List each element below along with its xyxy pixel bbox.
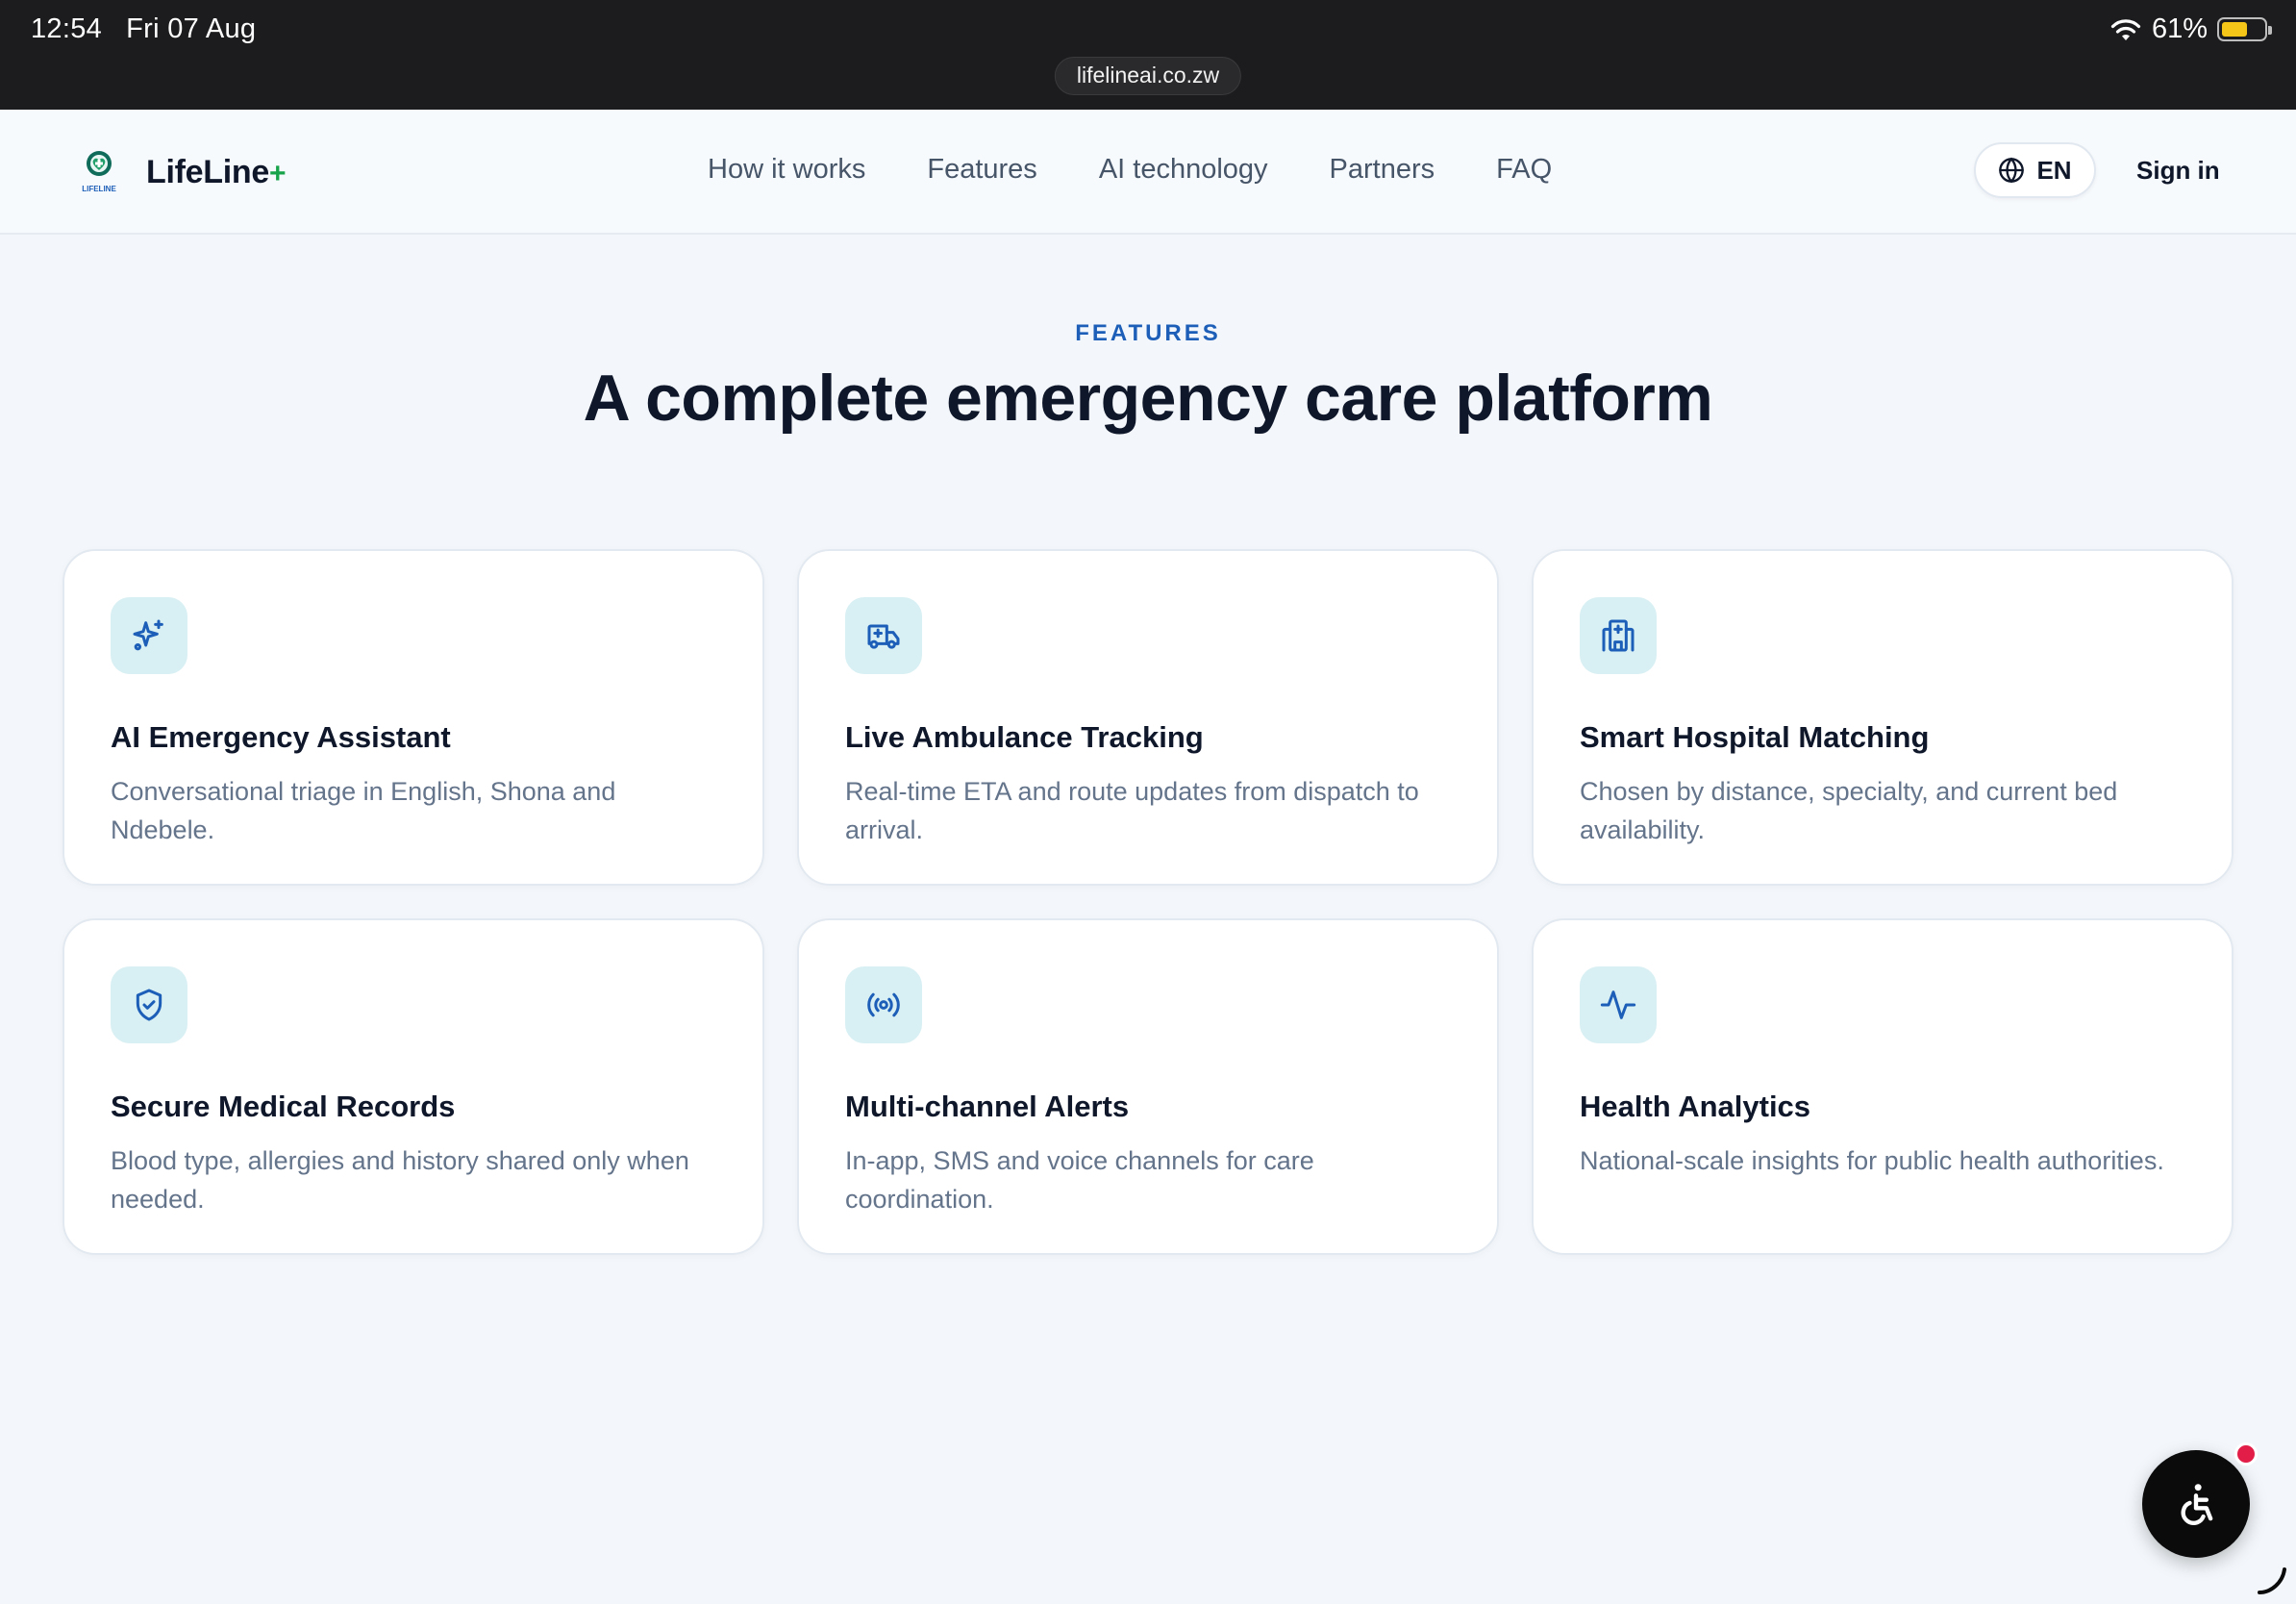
feature-icon-badge	[1580, 966, 1657, 1043]
notification-dot	[2234, 1442, 2258, 1466]
brand-link[interactable]: LIFELINE LifeLine+	[75, 148, 286, 196]
feature-title: Multi-channel Alerts	[845, 1090, 1130, 1123]
nav-faq[interactable]: FAQ	[1496, 154, 1552, 186]
resize-handle-icon	[2258, 1567, 2286, 1594]
brand-plus: +	[268, 157, 287, 189]
nav-ai-technology[interactable]: AI technology	[1099, 154, 1268, 186]
feature-title: Health Analytics	[1580, 1090, 1811, 1123]
sign-in-link[interactable]: Sign in	[2136, 156, 2220, 186]
main-nav: How it works Features AI technology Part…	[708, 154, 1552, 186]
battery-percent: 61%	[2151, 13, 2208, 44]
feature-icon-badge	[1580, 597, 1657, 674]
brand-name: LifeLine+	[146, 153, 287, 190]
hospital-icon	[1602, 619, 1635, 652]
feature-icon-badge	[111, 966, 187, 1043]
language-button[interactable]: EN	[1974, 142, 2096, 198]
ambulance-icon	[867, 624, 900, 649]
feature-title: Live Ambulance Tracking	[845, 720, 1204, 754]
feature-card-ai-assistant: AI Emergency Assistant Conversational tr…	[62, 549, 764, 886]
feature-description: Real-time ETA and route updates from dis…	[845, 777, 1419, 844]
feature-icon-badge	[845, 966, 922, 1043]
feature-description: National-scale insights for public healt…	[1580, 1146, 2164, 1175]
accessibility-button[interactable]	[2142, 1450, 2250, 1558]
section-headline: A complete emergency care platform	[583, 362, 1713, 435]
feature-title: AI Emergency Assistant	[111, 720, 451, 754]
language-label: EN	[2036, 155, 2072, 185]
nav-how-it-works[interactable]: How it works	[708, 154, 865, 186]
feature-description: In-app, SMS and voice channels for care …	[845, 1146, 1314, 1214]
feature-card-health-analytics: Health Analytics National-scale insights…	[1532, 918, 2234, 1255]
feature-description: Conversational triage in English, Shona …	[111, 777, 616, 844]
site-header: LIFELINE LifeLine+ How it works Features…	[0, 110, 2296, 235]
status-date: Fri 07 Aug	[126, 13, 257, 44]
shield-check-icon	[136, 989, 162, 1021]
feature-card-medical-records: Secure Medical Records Blood type, aller…	[62, 918, 764, 1255]
feature-card-multichannel-alerts: Multi-channel Alerts In-app, SMS and voi…	[797, 918, 1499, 1255]
wheelchair-accessibility-icon	[2181, 1484, 2213, 1525]
sparkles-icon	[133, 619, 163, 651]
feature-icon-badge	[845, 597, 922, 674]
globe-icon	[1999, 157, 2025, 184]
feature-card-hospital-matching: Smart Hospital Matching Chosen by distan…	[1532, 549, 2234, 886]
feature-title: Secure Medical Records	[111, 1090, 456, 1123]
feature-card-ambulance-tracking: Live Ambulance Tracking Real-time ETA an…	[797, 549, 1499, 886]
wifi-icon	[2110, 18, 2141, 40]
activity-pulse-icon	[1600, 990, 1636, 1019]
feature-title: Smart Hospital Matching	[1580, 720, 1930, 754]
nav-features[interactable]: Features	[927, 154, 1036, 186]
logo-wordmark: LIFELINE	[82, 185, 116, 193]
status-indicators: 61%	[2109, 13, 2272, 45]
section-eyebrow: FEATURES	[1075, 320, 1221, 346]
feature-description: Blood type, allergies and history shared…	[111, 1146, 689, 1214]
nav-partners[interactable]: Partners	[1330, 154, 1435, 186]
radio-broadcast-icon	[867, 992, 900, 1017]
status-bar: 12:54 Fri 07 Aug 61% lifelineai.co.zw	[0, 0, 2296, 110]
status-time: 12:54 Fri 07 Aug	[31, 13, 257, 44]
lifeline-logo-icon: LIFELINE	[82, 151, 116, 193]
battery-icon	[2217, 17, 2272, 41]
feature-icon-badge	[111, 597, 187, 674]
address-bar[interactable]: lifelineai.co.zw	[1054, 57, 1242, 95]
feature-description: Chosen by distance, specialty, and curre…	[1580, 777, 2118, 844]
